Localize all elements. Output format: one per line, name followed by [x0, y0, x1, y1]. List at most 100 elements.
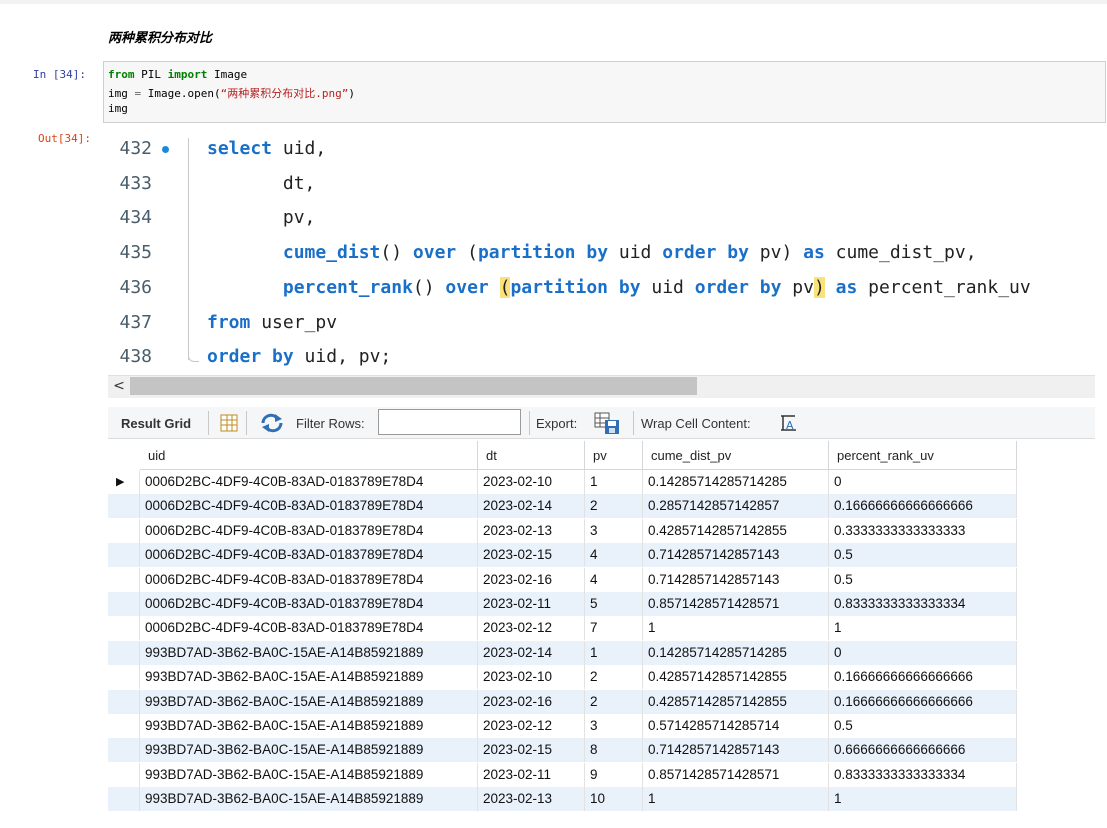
table-cell[interactable]: 993BD7AD-3B62-BA0C-15AE-A14B85921889 [140, 714, 478, 738]
table-cell[interactable]: 0.2857142857142857 [643, 494, 829, 519]
table-row[interactable]: 993BD7AD-3B62-BA0C-15AE-A14B85921889 2023… [108, 787, 1017, 812]
current-row-icon[interactable]: ▶ [108, 470, 140, 494]
filter-rows-input[interactable] [378, 409, 521, 435]
table-row[interactable]: 0006D2BC-4DF9-4C0B-83AD-0183789E78D4 2023… [108, 518, 1017, 543]
table-cell[interactable]: 0.5 [829, 714, 1017, 738]
row-selector[interactable] [108, 787, 140, 812]
table-cell[interactable]: 2023-02-11 [478, 592, 585, 616]
table-cell[interactable]: 1 [643, 616, 829, 641]
row-selector[interactable] [108, 494, 140, 519]
table-cell[interactable]: 993BD7AD-3B62-BA0C-15AE-A14B85921889 [140, 787, 478, 812]
table-cell[interactable]: 0006D2BC-4DF9-4C0B-83AD-0183789E78D4 [140, 592, 478, 616]
table-cell[interactable]: 0.8333333333333334 [829, 592, 1017, 616]
table-cell[interactable]: 0.8571428571428571 [643, 762, 829, 787]
row-selector[interactable] [108, 543, 140, 568]
table-row[interactable]: 0006D2BC-4DF9-4C0B-83AD-0183789E78D4 2023… [108, 616, 1017, 641]
scroll-left-icon[interactable]: < [110, 376, 128, 396]
table-cell[interactable]: 2023-02-15 [478, 543, 585, 568]
table-cell[interactable]: 0.7142857142857143 [643, 738, 829, 763]
table-cell[interactable]: 2023-02-16 [478, 567, 585, 592]
table-cell[interactable]: 0.3333333333333333 [829, 518, 1017, 543]
table-cell[interactable]: 2023-02-14 [478, 640, 585, 665]
table-row[interactable]: 993BD7AD-3B62-BA0C-15AE-A14B85921889 2023… [108, 689, 1017, 714]
table-cell[interactable]: 2023-02-10 [478, 665, 585, 690]
row-selector[interactable] [108, 689, 140, 714]
table-cell[interactable]: 2023-02-12 [478, 714, 585, 738]
table-cell[interactable]: 1 [643, 787, 829, 812]
table-cell[interactable]: 7 [585, 616, 643, 641]
table-cell[interactable]: 993BD7AD-3B62-BA0C-15AE-A14B85921889 [140, 689, 478, 714]
table-cell[interactable]: 3 [585, 714, 643, 738]
table-cell[interactable]: 0.42857142857142855 [643, 665, 829, 690]
export-icon[interactable] [594, 411, 622, 439]
table-cell[interactable]: 9 [585, 762, 643, 787]
table-cell[interactable]: 2 [585, 665, 643, 690]
table-cell[interactable]: 0006D2BC-4DF9-4C0B-83AD-0183789E78D4 [140, 616, 478, 641]
table-cell[interactable]: 0.7142857142857143 [643, 543, 829, 568]
table-row[interactable]: 993BD7AD-3B62-BA0C-15AE-A14B85921889 2023… [108, 714, 1017, 738]
row-selector[interactable] [108, 592, 140, 616]
table-cell[interactable]: 0.16666666666666666 [829, 665, 1017, 690]
table-row[interactable]: 993BD7AD-3B62-BA0C-15AE-A14B85921889 2023… [108, 665, 1017, 690]
table-cell[interactable]: 2 [585, 689, 643, 714]
table-row[interactable]: 0006D2BC-4DF9-4C0B-83AD-0183789E78D4 2023… [108, 543, 1017, 568]
table-cell[interactable]: 2 [585, 494, 643, 519]
column-header-pv[interactable]: pv [585, 441, 643, 470]
result-grid-tab[interactable]: Result Grid [121, 416, 191, 431]
table-cell[interactable]: 0.42857142857142855 [643, 689, 829, 714]
table-cell[interactable]: 0.8333333333333334 [829, 762, 1017, 787]
table-cell[interactable]: 5 [585, 592, 643, 616]
table-cell[interactable]: 0006D2BC-4DF9-4C0B-83AD-0183789E78D4 [140, 518, 478, 543]
table-row[interactable]: 993BD7AD-3B62-BA0C-15AE-A14B85921889 2023… [108, 738, 1017, 763]
table-cell[interactable]: 3 [585, 518, 643, 543]
table-cell[interactable]: 2023-02-16 [478, 689, 585, 714]
row-selector[interactable] [108, 762, 140, 787]
row-selector[interactable] [108, 640, 140, 665]
row-selector[interactable] [108, 714, 140, 738]
table-cell[interactable]: 0.14285714285714285 [643, 640, 829, 665]
table-cell[interactable]: 0006D2BC-4DF9-4C0B-83AD-0183789E78D4 [140, 543, 478, 568]
table-cell[interactable]: 0006D2BC-4DF9-4C0B-83AD-0183789E78D4 [140, 567, 478, 592]
wrap-text-icon[interactable]: A [779, 414, 799, 436]
table-cell[interactable]: 2023-02-10 [478, 470, 585, 494]
table-cell[interactable]: 993BD7AD-3B62-BA0C-15AE-A14B85921889 [140, 738, 478, 763]
table-cell[interactable]: 0.14285714285714285 [643, 470, 829, 494]
table-cell[interactable]: 2023-02-13 [478, 518, 585, 543]
table-cell[interactable]: 993BD7AD-3B62-BA0C-15AE-A14B85921889 [140, 762, 478, 787]
table-row[interactable]: 0006D2BC-4DF9-4C0B-83AD-0183789E78D4 2023… [108, 567, 1017, 592]
table-row[interactable]: 0006D2BC-4DF9-4C0B-83AD-0183789E78D4 2023… [108, 592, 1017, 616]
table-cell[interactable]: 0.7142857142857143 [643, 567, 829, 592]
table-cell[interactable]: 0.42857142857142855 [643, 518, 829, 543]
table-cell[interactable]: 0.16666666666666666 [829, 689, 1017, 714]
table-cell[interactable]: 0006D2BC-4DF9-4C0B-83AD-0183789E78D4 [140, 470, 478, 494]
table-cell[interactable]: 1 [585, 470, 643, 494]
table-cell[interactable]: 2023-02-12 [478, 616, 585, 641]
table-row[interactable]: 993BD7AD-3B62-BA0C-15AE-A14B85921889 2023… [108, 762, 1017, 787]
table-cell[interactable]: 0 [829, 470, 1017, 494]
table-cell[interactable]: 0.5 [829, 567, 1017, 592]
table-cell[interactable]: 2023-02-11 [478, 762, 585, 787]
table-cell[interactable]: 993BD7AD-3B62-BA0C-15AE-A14B85921889 [140, 640, 478, 665]
table-cell[interactable]: 4 [585, 567, 643, 592]
table-cell[interactable]: 0.5714285714285714 [643, 714, 829, 738]
table-cell[interactable]: 993BD7AD-3B62-BA0C-15AE-A14B85921889 [140, 665, 478, 690]
table-cell[interactable]: 4 [585, 543, 643, 568]
table-cell[interactable]: 1 [585, 640, 643, 665]
table-cell[interactable]: 0006D2BC-4DF9-4C0B-83AD-0183789E78D4 [140, 494, 478, 519]
table-cell[interactable]: 2023-02-15 [478, 738, 585, 763]
table-cell[interactable]: 0 [829, 640, 1017, 665]
table-row[interactable]: 0006D2BC-4DF9-4C0B-83AD-0183789E78D4 2023… [108, 494, 1017, 519]
table-cell[interactable]: 2023-02-13 [478, 787, 585, 812]
table-cell[interactable]: 10 [585, 787, 643, 812]
grid-view-icon[interactable] [220, 414, 238, 436]
column-header-uid[interactable]: uid [140, 441, 478, 470]
row-selector[interactable] [108, 518, 140, 543]
table-cell[interactable]: 1 [829, 616, 1017, 641]
column-header-percent-rank-uv[interactable]: percent_rank_uv [829, 441, 1017, 470]
table-cell[interactable]: 2023-02-14 [478, 494, 585, 519]
column-header-dt[interactable]: dt [478, 441, 585, 470]
table-cell[interactable]: 0.6666666666666666 [829, 738, 1017, 763]
table-cell[interactable]: 0.16666666666666666 [829, 494, 1017, 519]
column-header-cume-dist-pv[interactable]: cume_dist_pv [643, 441, 829, 470]
refresh-icon[interactable] [260, 413, 284, 437]
